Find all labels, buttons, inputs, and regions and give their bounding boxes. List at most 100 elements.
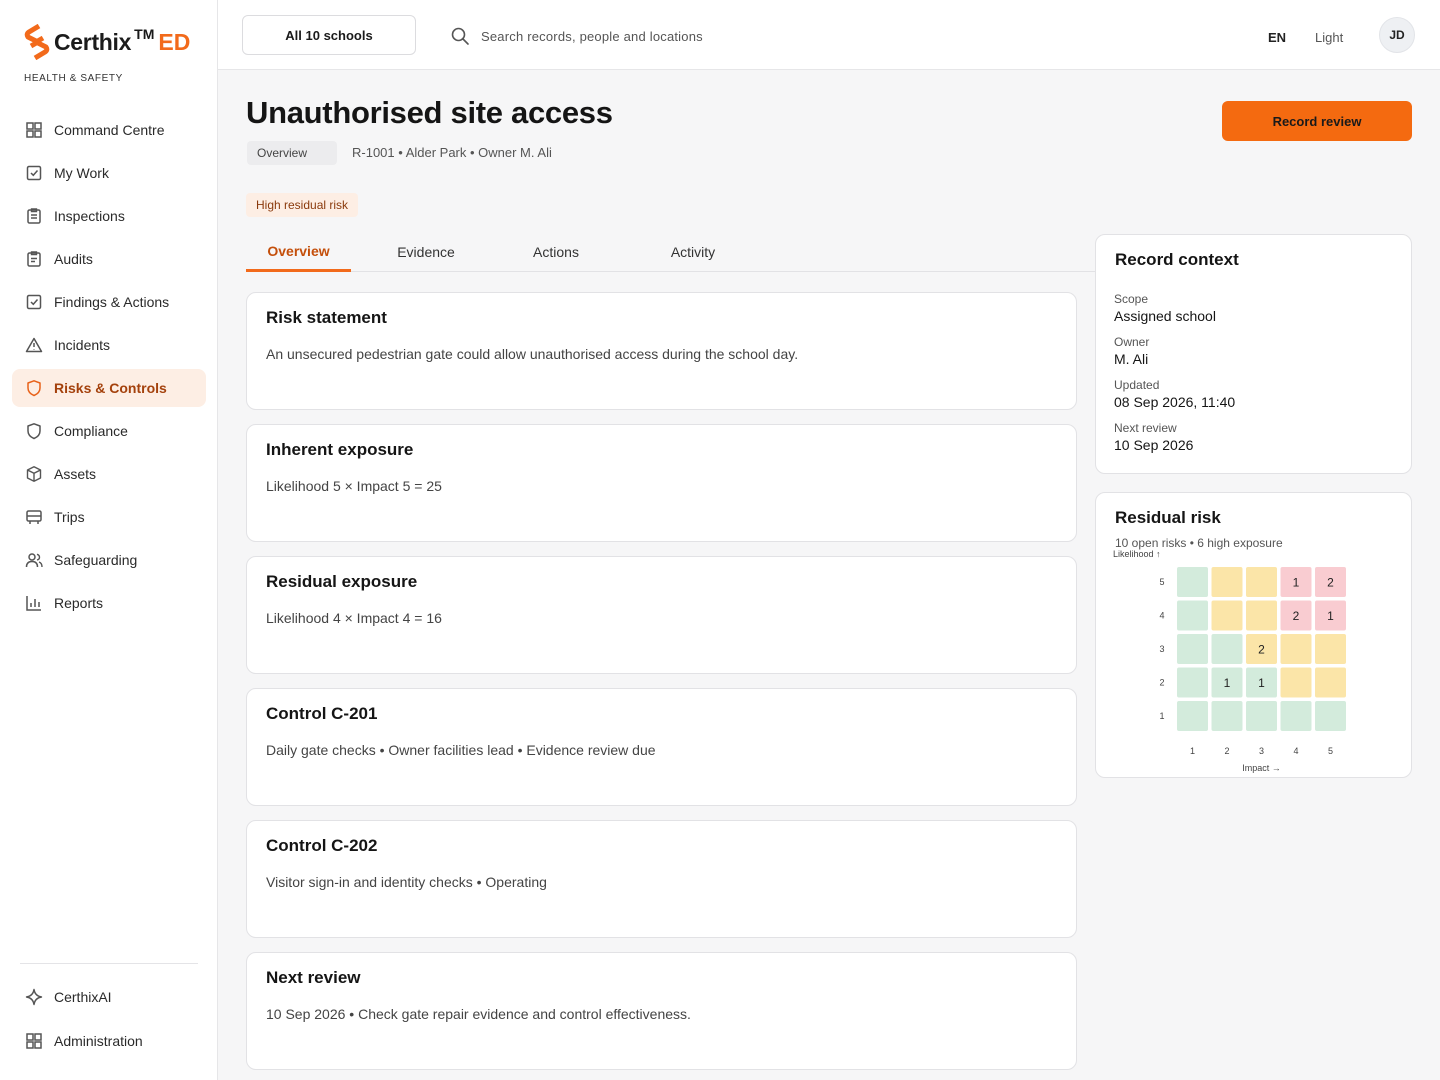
brand-name: Certhix (54, 28, 132, 55)
check-square-icon (26, 294, 42, 310)
sidebar-item-inspections[interactable]: Inspections (12, 197, 206, 235)
heatmap-x-tick: 1 (1190, 746, 1195, 756)
heatmap-cell[interactable] (1280, 634, 1312, 664)
card-control-c-201: Control C-201 Daily gate checks • Owner f… (246, 688, 1077, 806)
shield-icon (27, 423, 41, 440)
heatmap-cell-count: 1 (1327, 609, 1334, 623)
heatmap-cell[interactable] (1211, 600, 1243, 631)
heatmap-cell[interactable] (1211, 567, 1243, 597)
heatmap-cell[interactable] (1315, 667, 1346, 698)
heatmap-cell[interactable] (1246, 567, 1277, 597)
sidebar-item-findings-actions[interactable]: Findings & Actions (12, 283, 206, 321)
heatmap-cell[interactable] (1177, 600, 1208, 631)
heatmap-cell[interactable] (1211, 701, 1243, 731)
heatmap-x-tick: 2 (1224, 746, 1229, 756)
heatmap-cell[interactable] (1177, 667, 1208, 698)
heatmap-cell[interactable] (1177, 634, 1208, 664)
heatmap-cell[interactable] (1246, 600, 1277, 631)
tab-actions[interactable]: Actions (501, 232, 611, 272)
language-toggle[interactable]: EN (1268, 30, 1286, 45)
sidebar-item-certhixai[interactable]: CerthixAI (12, 977, 206, 1017)
heatmap-y-tick: 1 (1159, 711, 1164, 721)
heatmap-cell[interactable] (1246, 701, 1277, 731)
heatmap-cell-count: 2 (1293, 609, 1300, 623)
breadcrumb-pill[interactable]: Overview (247, 141, 337, 165)
context-value: M. Ali (1114, 351, 1149, 367)
heatmap-x-tick: 4 (1293, 746, 1298, 756)
sidebar-item-reports[interactable]: Reports (12, 584, 206, 622)
grid-icon (26, 122, 42, 138)
sidebar-item-label: Inspections (54, 208, 125, 224)
sidebar-item-risks-controls[interactable]: Risks & Controls (12, 369, 206, 407)
brand-trademark: TM (134, 26, 155, 42)
search-bar (450, 26, 821, 46)
sidebar-item-compliance[interactable]: Compliance (12, 412, 206, 450)
sidebar-item-incidents[interactable]: Incidents (12, 326, 206, 364)
sidebar-divider (20, 963, 198, 964)
tab-overview[interactable]: Overview (246, 232, 351, 272)
brand-suffix: ED (158, 28, 191, 55)
certhix-logo-icon (24, 24, 50, 60)
brand-logo[interactable]: Certhix TM ED (24, 24, 190, 60)
sidebar-item-label: Trips (54, 509, 85, 525)
sidebar-item-label: Findings & Actions (54, 294, 170, 310)
tab-activity[interactable]: Activity (632, 232, 754, 272)
context-value: 10 Sep 2026 (1114, 437, 1194, 453)
sidebar-bottom-nav: CerthixAI Administration (12, 977, 206, 1065)
heatmap-cell-count: 1 (1258, 676, 1265, 690)
heatmap-cell[interactable] (1211, 634, 1243, 664)
sidebar-item-administration[interactable]: Administration (12, 1021, 206, 1061)
context-label: Updated (1114, 378, 1160, 392)
sidebar-item-command-centre[interactable]: Command Centre (12, 111, 206, 149)
heatmap-cell[interactable] (1280, 667, 1312, 698)
theme-toggle[interactable]: Light (1315, 30, 1343, 45)
card-title: Residual exposure (266, 572, 418, 591)
heatmap-cell[interactable] (1315, 634, 1346, 664)
card-inherent-exposure: Inherent exposure Likelihood 5 × Impact 5… (246, 424, 1077, 542)
sidebar-item-label: Compliance (54, 423, 128, 439)
heatmap-cell[interactable] (1315, 701, 1346, 731)
heatmap-y-tick: 5 (1159, 577, 1164, 587)
heatmap-cell[interactable] (1177, 567, 1208, 597)
bus-icon (26, 510, 42, 524)
heatmap-y-tick: 2 (1159, 678, 1164, 688)
warning-icon (25, 337, 43, 353)
sidebar-item-assets[interactable]: Assets (12, 455, 206, 493)
sidebar-item-label: Safeguarding (54, 552, 138, 568)
page-title: Unauthorised site access (246, 95, 613, 130)
card-risk-statement: Risk statement An unsecured pedestrian ga… (246, 292, 1077, 410)
search-icon (451, 27, 469, 45)
clipboard-list-icon (27, 251, 41, 267)
card-residual-exposure: Residual exposure Likelihood 4 × Impact 4… (246, 556, 1077, 674)
sidebar-item-label: My Work (54, 165, 109, 181)
heatmap-cell[interactable] (1177, 701, 1208, 731)
context-label: Owner (1114, 335, 1150, 349)
heatmap-cell-count: 1 (1293, 576, 1300, 590)
record-meta: R-1001 • Alder Park • Owner M. Ali (352, 145, 552, 160)
bar-chart-icon (26, 596, 41, 611)
card-body: 10 Sep 2026 • Check gate repair evidence… (266, 1006, 691, 1022)
sparkle-icon (25, 988, 43, 1006)
card-body: Likelihood 4 × Impact 4 = 16 (266, 610, 442, 626)
sidebar-item-label: Administration (54, 1033, 143, 1049)
record-context-title: Record context (1115, 250, 1239, 269)
heatmap-cell-count: 1 (1224, 676, 1231, 690)
sidebar-item-trips[interactable]: Trips (12, 498, 206, 536)
context-label: Next review (1114, 421, 1177, 435)
card-title: Next review (266, 968, 361, 987)
tab-evidence[interactable]: Evidence (368, 232, 484, 272)
sidebar-item-label: CerthixAI (54, 989, 112, 1005)
heatmap-y-tick: 3 (1159, 644, 1164, 654)
record-review-button[interactable]: Record review (1222, 101, 1412, 141)
card-control-c-202: Control C-202 Visitor sign-in and identit… (246, 820, 1077, 938)
sidebar-item-safeguarding[interactable]: Safeguarding (12, 541, 206, 579)
school-selector[interactable]: All 10 schools (242, 15, 416, 55)
sidebar-item-label: Risks & Controls (54, 380, 167, 396)
card-title: Control C-201 (266, 704, 378, 723)
sidebar-item-my-work[interactable]: My Work (12, 154, 206, 192)
record-context-panel: Record context Scope Assigned school Owner… (1095, 234, 1412, 474)
search-input[interactable] (481, 28, 821, 44)
heatmap-cell[interactable] (1280, 701, 1312, 731)
sidebar-item-audits[interactable]: Audits (12, 240, 206, 278)
user-avatar[interactable]: JD (1379, 17, 1415, 53)
